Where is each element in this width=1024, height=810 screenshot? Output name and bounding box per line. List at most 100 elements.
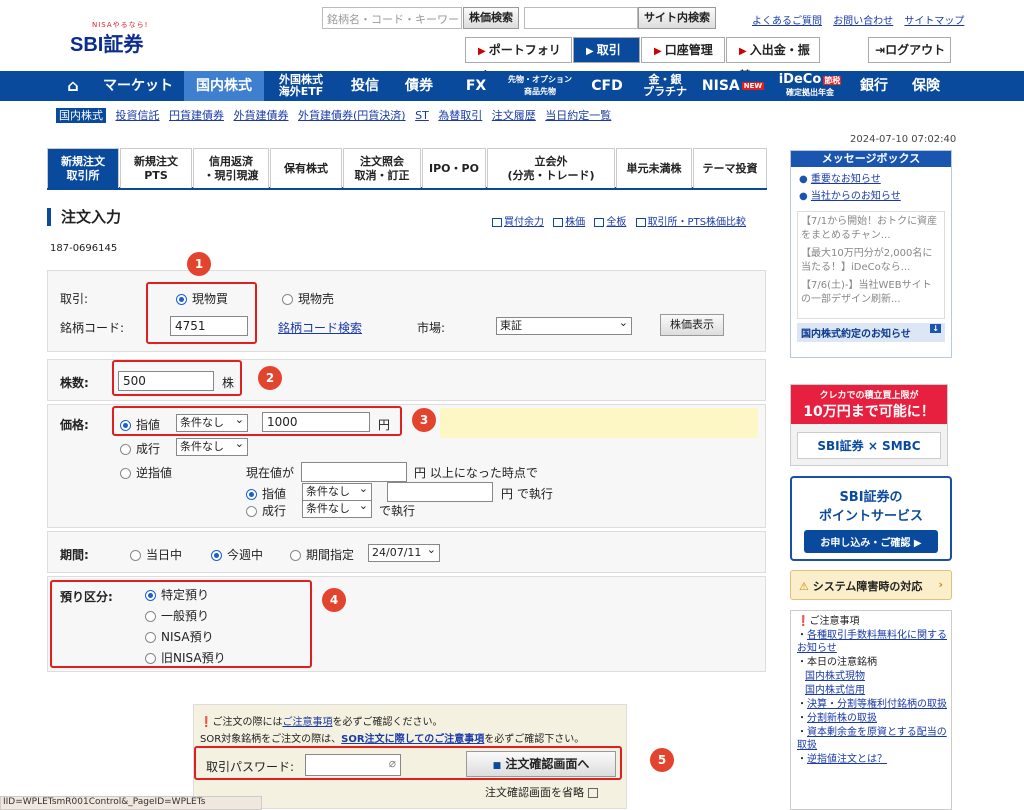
site-search-input[interactable] — [524, 7, 638, 29]
sitemap-link[interactable]: サイトマップ — [904, 16, 964, 27]
tab-off-floor[interactable]: 立会外 (分売・トレード) — [487, 148, 615, 188]
nav-fx[interactable]: FX — [456, 71, 496, 101]
logout-button[interactable]: ⇥ログアウト — [868, 37, 951, 63]
sor-notice-link[interactable]: SOR注文に際してのご注意事項 — [341, 734, 484, 745]
subnav-foreign-bond-yen[interactable]: 外貨建債券(円貨決済) — [298, 109, 406, 122]
tab-odd-lot[interactable]: 単元未満株 — [616, 148, 692, 188]
nav-cfd[interactable]: CFD — [584, 71, 630, 101]
compare-icon — [635, 217, 646, 227]
callout-1: 1 — [187, 252, 211, 276]
stop-limit-price-input[interactable] — [387, 482, 493, 502]
subnav-domestic[interactable]: 国内株式 — [56, 108, 106, 123]
market-select[interactable]: 東証 — [496, 316, 632, 335]
checkbox-icon — [588, 788, 598, 798]
nav-market[interactable]: マーケット — [98, 71, 178, 101]
note-link-dividend[interactable]: 資本剰余金を原資とする配当の取扱 — [797, 727, 947, 751]
period-week-radio[interactable]: 今週中 — [211, 546, 263, 563]
trade-sell-radio[interactable]: 現物売 — [282, 290, 334, 307]
home-icon[interactable]: ⌂ — [58, 71, 88, 101]
subnav-trust[interactable]: 投資信託 — [116, 109, 160, 122]
account-button[interactable]: ▶ 口座管理 — [641, 37, 725, 63]
show-price-button[interactable]: 株価表示 — [660, 314, 724, 336]
highlight-box-5 — [194, 746, 622, 780]
nav-bank[interactable]: 銀行 — [852, 71, 896, 101]
note-link-stop-order[interactable]: 逆指値注文とは？ — [807, 754, 887, 765]
stop-trigger-input[interactable] — [301, 462, 407, 482]
note-link-settlement[interactable]: 決算・分割等権利付銘柄の取扱 — [807, 699, 947, 710]
nav-insurance[interactable]: 保険 — [902, 71, 950, 101]
stock-search-input[interactable]: 銘柄名・コード・キーワード — [322, 7, 462, 29]
sbi-logo[interactable]: NISAやるなら! SBI証券 — [70, 20, 170, 56]
nav-futures[interactable]: 先物・オプション 商品先物 — [500, 71, 580, 101]
board-icon — [594, 217, 605, 227]
note-link-margin[interactable]: 国内株式信用 — [805, 685, 865, 696]
note-link-cash[interactable]: 国内株式現物 — [805, 671, 865, 682]
nav-domestic-stock[interactable]: 国内株式 — [184, 71, 264, 101]
tab-ipo-po[interactable]: IPO・PO — [422, 148, 486, 188]
message-item[interactable]: 【7/6(土)-】当社WEBサイトの一部デザイン刷新... — [801, 279, 941, 307]
notice-link[interactable]: ご注意事項 — [282, 717, 332, 728]
stop-limit-radio[interactable]: 指値 — [246, 485, 286, 502]
subnav-order-history[interactable]: 注文履歴 — [492, 109, 536, 122]
market-order-radio[interactable]: 成行 — [120, 440, 160, 457]
notes-panel: ❗ご注意事項 ・各種取引手数料無料化に関するお知らせ ・本日の注意銘柄 国内株式… — [790, 610, 952, 810]
subnav-st[interactable]: ST — [415, 109, 429, 122]
code-search-link[interactable]: 銘柄コード検索 — [278, 319, 362, 336]
period-today-radio[interactable]: 当日中 — [130, 546, 182, 563]
tab-new-order-pts[interactable]: 新規注文 PTS — [120, 148, 192, 188]
stop-market-radio[interactable]: 成行 — [246, 502, 286, 519]
stop-order-radio[interactable]: 逆指値 — [120, 464, 172, 481]
deposit-transfer-button[interactable]: ▶入出金・振替 — [726, 37, 820, 83]
tab-margin-settle[interactable]: 信用返済 ・現引現渡 — [193, 148, 269, 188]
full-board-link[interactable]: 全板 — [606, 217, 626, 228]
subnav-fx-trade[interactable]: 為替取引 — [438, 109, 482, 122]
quote-link[interactable]: 株価 — [565, 217, 585, 228]
tab-new-order-exchange[interactable]: 新規注文 取引所 — [47, 148, 119, 188]
faq-link[interactable]: よくあるご質問 — [752, 16, 822, 27]
portfolio-button[interactable]: ▶ポートフォリオ — [465, 37, 572, 83]
nav-foreign-stock[interactable]: 外国株式 海外ETF — [266, 71, 336, 101]
calculator-icon — [492, 217, 502, 227]
period-specify-radio[interactable]: 期間指定 — [290, 546, 354, 563]
stop-market-condition-select[interactable]: 条件なし — [302, 499, 372, 518]
tab-order-inquiry[interactable]: 注文照会 取消・訂正 — [343, 148, 421, 188]
market-label: 市場: — [417, 321, 446, 335]
logout-icon: ⇥ — [875, 43, 886, 57]
important-notice-item[interactable]: ● 重要なお知らせ — [799, 171, 943, 188]
company-notice-item[interactable]: ● 当社からのお知らせ — [799, 188, 943, 205]
subnav-foreign-bond[interactable]: 外貨建債券 — [234, 109, 289, 122]
nav-nisa[interactable]: NISA NEW — [700, 71, 766, 101]
note-link-split[interactable]: 分割新株の取扱 — [807, 713, 877, 724]
warning-icon: ⚠ — [799, 580, 809, 593]
page-title: 注文入力 — [47, 208, 121, 226]
nav-gold-silver[interactable]: 金・銀 プラチナ — [636, 71, 694, 101]
period-date-select[interactable]: 24/07/11 — [368, 543, 440, 562]
execution-notice-link[interactable]: 国内株式約定のお知らせ ↓ — [797, 323, 945, 342]
info-icon: ● — [799, 191, 808, 202]
smbc-card-banner[interactable]: クレカでの積立買上限が 10万円まで可能に！ SBI証券 × SMBC — [790, 384, 948, 466]
note-link-fee[interactable]: 各種取引手数料無料化に関するお知らせ — [797, 630, 947, 654]
tab-holdings[interactable]: 保有株式 — [270, 148, 342, 188]
site-search-button[interactable]: サイト内検索 — [638, 7, 716, 29]
trade-button[interactable]: ▶ 取引 — [573, 37, 640, 63]
nav-investment-trust[interactable]: 投信 — [340, 71, 390, 101]
buying-power-link[interactable]: 買付余力 — [504, 217, 544, 228]
message-item[interactable]: 【最大10万円分が2,000名に当たる！】iDeCoなら... — [801, 247, 941, 275]
info-icon: ● — [799, 174, 808, 185]
market-condition-select[interactable]: 条件なし — [176, 437, 248, 456]
subnav-today-executions[interactable]: 当日約定一覧 — [545, 109, 611, 122]
nav-bonds[interactable]: 債券 — [394, 71, 444, 101]
logo-text: SBI証券 — [70, 34, 144, 56]
stock-search-button[interactable]: 株価検索 — [463, 7, 519, 29]
code-label: 銘柄コード: — [60, 321, 125, 335]
system-failure-button[interactable]: ⚠ システム障害時の対応 › — [790, 570, 952, 600]
pts-compare-link[interactable]: 取引所・PTS株価比較 — [648, 217, 747, 228]
subnav-yen-bond[interactable]: 円貨建債券 — [169, 109, 224, 122]
message-item[interactable]: 【7/1から開始！おトクに資産をまとめるチャン... — [801, 215, 941, 243]
skip-confirm-checkbox[interactable]: 注文確認画面を省略 — [485, 784, 598, 800]
nav-ideco[interactable]: iDeCo 節税 確定拠出年金 — [772, 71, 848, 101]
contact-link[interactable]: お問い合わせ — [833, 16, 893, 27]
tab-theme-invest[interactable]: テーマ投資 — [693, 148, 767, 188]
point-service-banner[interactable]: SBI証券の ポイントサービス お申し込み・ご確認 ▶ — [790, 476, 952, 561]
apply-button[interactable]: お申し込み・ご確認 ▶ — [804, 530, 938, 553]
